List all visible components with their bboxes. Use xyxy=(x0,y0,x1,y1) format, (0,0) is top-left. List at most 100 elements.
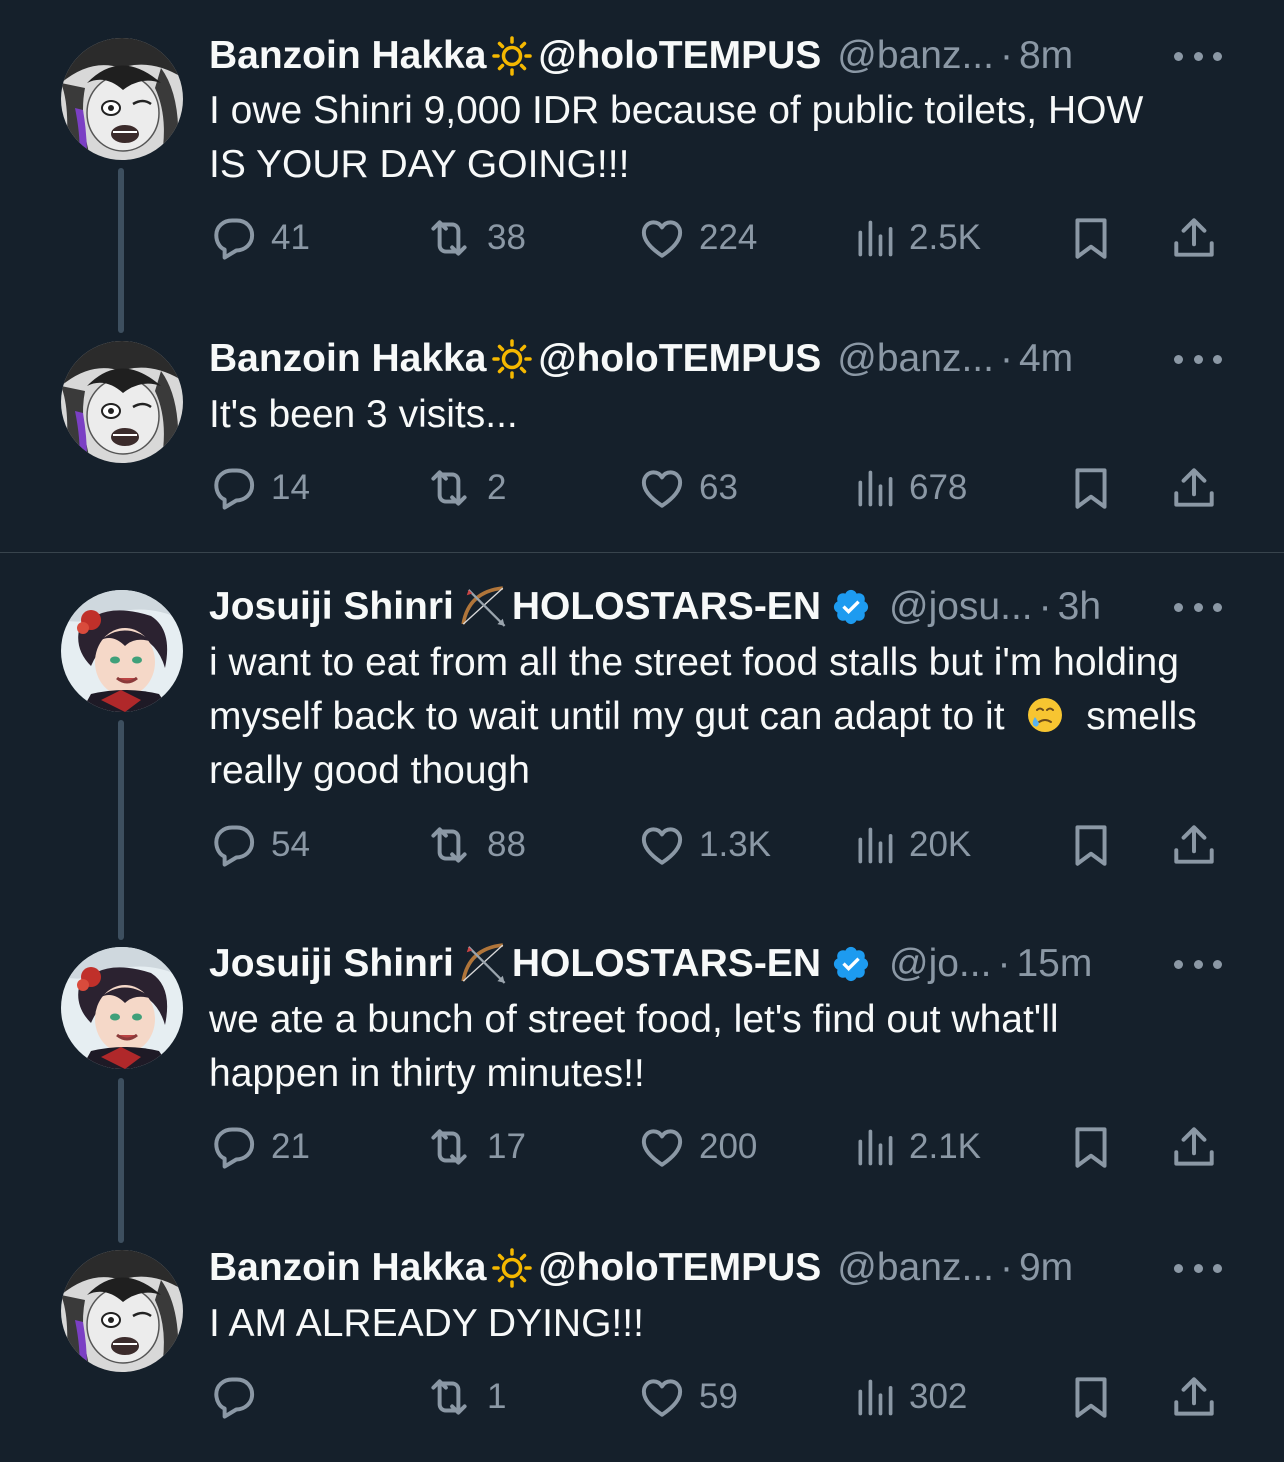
bookmark-button[interactable] xyxy=(1066,1122,1116,1172)
avatar[interactable] xyxy=(61,590,183,712)
user-handle[interactable]: @banz... xyxy=(837,1245,994,1291)
retweet-icon xyxy=(423,1372,475,1422)
view-count: 678 xyxy=(909,468,968,507)
bookmark-button[interactable] xyxy=(1066,820,1116,870)
shinri-avatar xyxy=(61,947,183,1069)
retweet-count: 1 xyxy=(487,1377,507,1416)
separator-dot: · xyxy=(999,337,1013,380)
action-bar: 21 17 200 2.1K xyxy=(209,1122,1229,1172)
timestamp[interactable]: 3h xyxy=(1058,584,1101,630)
sun-icon xyxy=(492,1248,532,1288)
reply-icon xyxy=(209,1372,259,1422)
view-count: 2.1K xyxy=(909,1127,981,1166)
heart-icon xyxy=(637,820,687,870)
bookmark-button[interactable] xyxy=(1066,1372,1116,1422)
user-handle[interactable]: @josu... xyxy=(889,584,1033,630)
retweet-button[interactable]: 88 xyxy=(423,820,526,870)
retweet-icon xyxy=(423,820,475,870)
timestamp[interactable]: 4m xyxy=(1019,336,1073,382)
action-bar: 54 88 1.3K 20K xyxy=(209,820,1229,870)
heart-icon xyxy=(637,1122,687,1172)
views-button[interactable]: 20K xyxy=(853,820,971,870)
more-options-icon[interactable] xyxy=(1174,349,1222,369)
like-count: 200 xyxy=(699,1127,758,1166)
retweet-button[interactable]: 1 xyxy=(423,1372,506,1422)
tweet-header: Josuiji Shinri HOLOSTARS-EN @josu... · 3… xyxy=(209,584,1224,630)
user-handle[interactable]: @jo... xyxy=(889,941,991,987)
reply-button[interactable]: 21 xyxy=(209,1122,310,1172)
separator-dot: · xyxy=(1038,585,1052,628)
like-button[interactable]: 1.3K xyxy=(637,820,771,870)
bookmark-icon xyxy=(1066,1372,1116,1422)
user-handle[interactable]: @banz... xyxy=(837,336,994,382)
shinri-avatar xyxy=(61,590,183,712)
like-button[interactable]: 59 xyxy=(637,1372,738,1422)
retweet-button[interactable]: 2 xyxy=(423,463,506,513)
retweet-count: 88 xyxy=(487,825,526,864)
share-icon xyxy=(1169,1122,1219,1172)
display-name-suffix[interactable]: HOLOSTARS-EN xyxy=(512,941,821,987)
tweet-text: It's been 3 visits... xyxy=(209,393,518,436)
separator-dot: · xyxy=(997,942,1011,985)
reply-icon xyxy=(209,1122,259,1172)
timestamp[interactable]: 15m xyxy=(1016,941,1092,987)
tweet-header: Banzoin Hakka @holoTEMPUS @banz... · 9m xyxy=(209,1245,1224,1291)
bookmark-icon xyxy=(1066,463,1116,513)
share-button[interactable] xyxy=(1169,463,1219,513)
display-name[interactable]: Josuiji Shinri xyxy=(209,584,454,630)
bookmark-button[interactable] xyxy=(1066,463,1116,513)
views-button[interactable]: 678 xyxy=(853,463,967,513)
more-options-icon[interactable] xyxy=(1174,1258,1222,1278)
display-name[interactable]: Banzoin Hakka xyxy=(209,336,486,382)
heart-icon xyxy=(637,1372,687,1422)
reply-button[interactable]: 14 xyxy=(209,463,310,513)
action-bar: 14 2 63 678 xyxy=(209,463,1229,513)
sun-icon xyxy=(492,339,532,379)
display-name[interactable]: Josuiji Shinri xyxy=(209,941,454,987)
display-name-suffix[interactable]: @holoTEMPUS xyxy=(538,1245,821,1291)
timestamp[interactable]: 9m xyxy=(1019,1245,1073,1291)
like-button[interactable]: 200 xyxy=(637,1122,757,1172)
reply-count: 14 xyxy=(271,468,310,507)
retweet-icon xyxy=(423,1122,475,1172)
thread-line xyxy=(118,720,124,940)
reply-count: 21 xyxy=(271,1127,310,1166)
views-button[interactable]: 302 xyxy=(853,1372,967,1422)
retweet-button[interactable]: 17 xyxy=(423,1122,526,1172)
avatar[interactable] xyxy=(61,341,183,463)
share-button[interactable] xyxy=(1169,1122,1219,1172)
views-icon xyxy=(853,1122,897,1172)
reply-icon xyxy=(209,463,259,513)
view-count: 20K xyxy=(909,825,972,864)
heart-icon xyxy=(637,463,687,513)
thread-line xyxy=(118,1078,124,1243)
display-name-suffix[interactable]: @holoTEMPUS xyxy=(538,336,821,382)
reply-count: 54 xyxy=(271,825,310,864)
verified-badge-icon xyxy=(831,587,871,627)
views-button[interactable]: 2.1K xyxy=(853,1122,981,1172)
views-icon xyxy=(853,463,897,513)
share-icon xyxy=(1169,1372,1219,1422)
avatar[interactable] xyxy=(61,1250,183,1372)
avatar[interactable] xyxy=(61,947,183,1069)
more-options-icon[interactable] xyxy=(1174,954,1222,974)
more-options-icon[interactable] xyxy=(1174,597,1222,617)
share-icon xyxy=(1169,820,1219,870)
retweet-count: 17 xyxy=(487,1127,526,1166)
tweet-header: Josuiji Shinri HOLOSTARS-EN @jo... · 15m xyxy=(209,941,1224,987)
like-button[interactable]: 63 xyxy=(637,463,738,513)
view-count: 302 xyxy=(909,1377,968,1416)
reply-button[interactable]: 54 xyxy=(209,820,310,870)
share-button[interactable] xyxy=(1169,820,1219,870)
views-icon xyxy=(853,820,897,870)
verified-badge-icon xyxy=(831,944,871,984)
tweet-text: i want to eat from all the street food s… xyxy=(209,636,1229,798)
views-icon xyxy=(853,1372,897,1422)
action-bar: 1 59 302 xyxy=(209,1372,1229,1422)
display-name-suffix[interactable]: HOLOSTARS-EN xyxy=(512,584,821,630)
reply-button[interactable] xyxy=(209,1372,271,1422)
share-button[interactable] xyxy=(1169,1372,1219,1422)
tweet[interactable]: Banzoin Hakka @holoTEMPUS @banz... · 4m … xyxy=(0,0,1284,552)
display-name[interactable]: Banzoin Hakka xyxy=(209,1245,486,1291)
banzoin-avatar xyxy=(61,1250,183,1372)
